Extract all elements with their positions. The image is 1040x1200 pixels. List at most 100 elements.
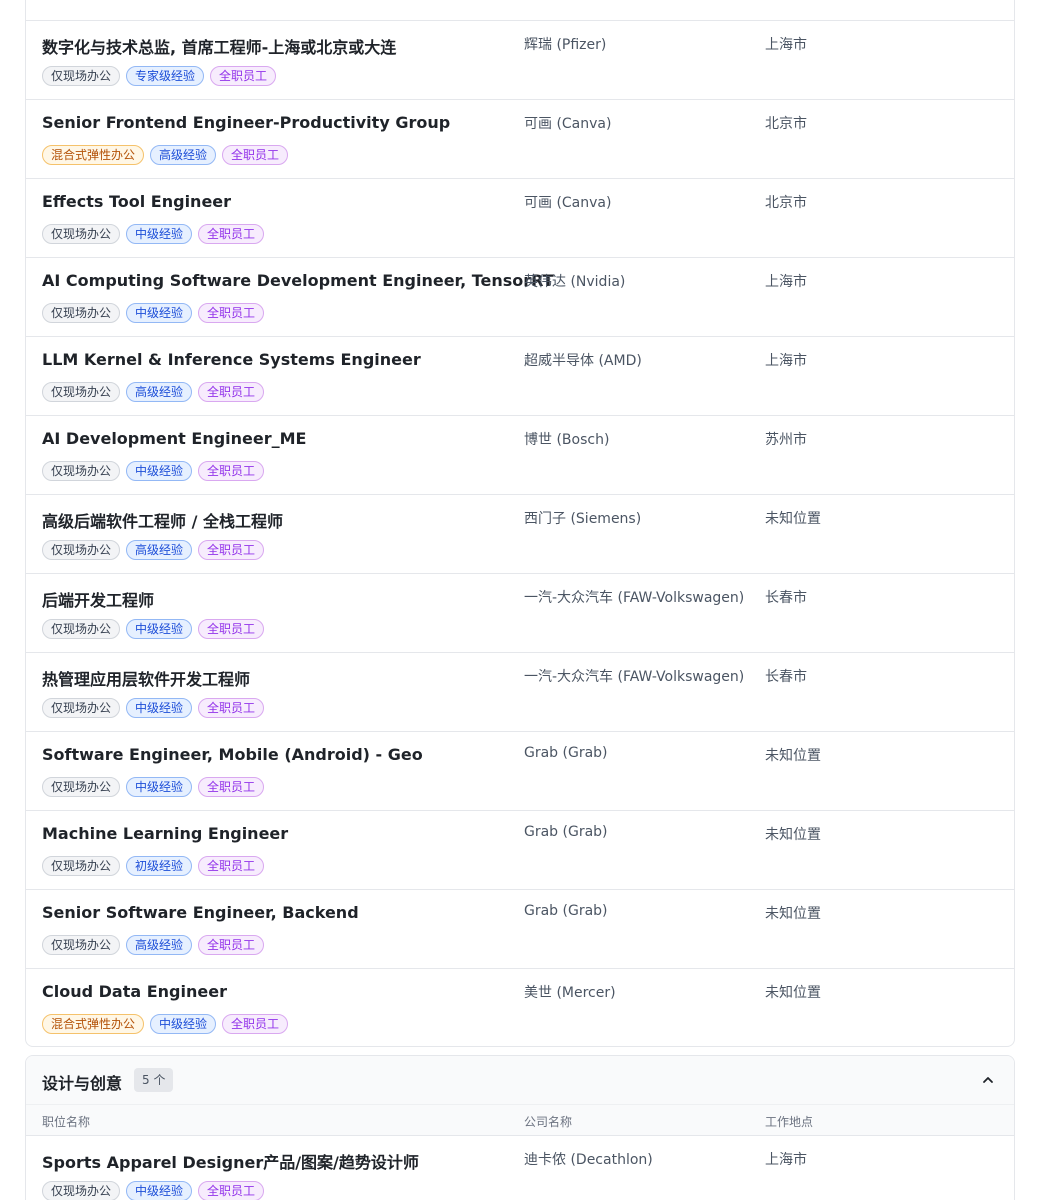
tag-full: 全职员工 [198,856,265,876]
company-name: 美世 (Mercer) [524,985,616,1001]
tag-exp: 中级经验 [126,224,193,244]
tag-hybrid: 混合式弹性办公 [42,145,145,165]
job-row[interactable]: Software Engineer, Mobile (Android) - Ge… [26,732,1014,811]
job-title[interactable]: LLM Kernel & Inference Systems Engineer [42,350,421,369]
tag-exp: 中级经验 [126,461,193,481]
job-tags: 仅现场办公 高级经验 全职员工 [42,935,265,955]
job-title[interactable]: 高级后端软件工程师 / 全栈工程师 [42,508,283,532]
company-name: 一汽-大众汽车 (FAW-Volkswagen) [524,669,745,685]
company-name: 博世 (Bosch) [524,432,610,448]
tag-exp: 专家级经验 [126,66,205,86]
tag-full: 全职员工 [198,1181,265,1200]
tag-full: 全职员工 [198,540,265,560]
job-row[interactable]: 后端开发工程师 一汽-大众汽车 (FAW-Volkswagen) 长春市 仅现场办公中… [26,574,1014,653]
tag-onsite: 仅现场办公 [42,382,121,402]
company-name: Grab (Grab) [524,903,608,919]
job-location: 苏州市 [765,432,807,448]
job-row[interactable]: Effects Tool Engineer 可画 (Canva) 北京市仅现场办公中… [26,179,1014,258]
job-row[interactable]: 高级后端软件工程师 / 全栈工程师 西门子 (Siemens) 未知位置仅现场办公高… [26,495,1014,574]
tag-exp: 中级经验 [126,698,193,718]
job-title[interactable]: Senior Software Engineer, Backend [42,903,359,922]
job-group-list: 仅现场办公专家级经验全职员工 数字化与技术总监, 首席工程师-上海或北京或大连辉… [25,0,1015,1047]
tag-full: 全职员工 [210,66,277,86]
job-tags: 仅现场办公 中级经验 全职员工 [42,303,265,323]
job-title[interactable]: Sports Apparel Designer产品/图案/趋势设计师 [42,1149,419,1173]
tag-full: 全职员工 [198,382,265,402]
job-location: 北京市 [765,195,807,211]
job-tags: 仅现场办公 中级经验 全职员工 [42,461,265,481]
job-title[interactable]: Effects Tool Engineer [42,192,231,211]
job-title[interactable]: Cloud Data Engineer [42,982,227,1001]
tag-full: 全职员工 [222,145,289,165]
tag-onsite: 仅现场办公 [42,540,121,560]
company-name: 英伟达 (Nvidia) [524,274,626,290]
job-title[interactable]: AI Computing Software Development Engine… [42,271,554,290]
tag-exp: 中级经验 [126,777,193,797]
job-title[interactable]: 数字化与技术总监, 首席工程师-上海或北京或大连 [42,34,396,58]
job-title[interactable]: 后端开发工程师 [42,587,154,611]
job-location: 未知位置 [765,827,821,843]
tag-hybrid: 混合式弹性办公 [42,1014,145,1034]
table-header: 职位名称 公司名称 工作地点 [26,1104,1014,1136]
job-row[interactable]: LLM Kernel & Inference Systems Engineer 超… [26,337,1014,416]
tag-exp: 高级经验 [150,145,217,165]
job-row[interactable]: Senior Software Engineer, Backend Grab (G… [26,890,1014,969]
tag-onsite: 仅现场办公 [42,1181,121,1200]
job-row[interactable]: Sports Apparel Designer产品/图案/趋势设计师 迪卡侬 (D… [26,1136,1014,1200]
tag-full: 全职员工 [198,619,265,639]
company-name: 可画 (Canva) [524,116,612,132]
tag-exp: 初级经验 [126,856,193,876]
tag-exp: 中级经验 [126,1181,193,1200]
tag-full: 全职员工 [198,303,265,323]
job-tags: 仅现场办公 中级经验 全职员工 [42,224,265,244]
tag-full: 全职员工 [198,935,265,955]
tag-exp: 高级经验 [126,935,193,955]
job-row[interactable]: AI Development Engineer_ME 博世 (Bosch) 苏州市仅… [26,416,1014,495]
tag-full: 全职员工 [198,461,265,481]
job-title[interactable]: Software Engineer, Mobile (Android) - Ge… [42,745,423,764]
tag-full: 全职员工 [198,698,265,718]
job-title[interactable]: AI Development Engineer_ME [42,429,306,448]
job-tags: 混合式弹性办公 高级经验 全职员工 [42,145,289,165]
job-row[interactable]: AI Computing Software Development Engine… [26,258,1014,337]
tag-full: 全职员工 [198,224,265,244]
job-row[interactable]: 数字化与技术总监, 首席工程师-上海或北京或大连 辉瑞 (Pfizer) 上海市仅现… [26,21,1014,100]
job-tags: 仅现场办公 高级经验 全职员工 [42,540,265,560]
job-tags: 仅现场办公 专家级经验 全职员工 [42,66,277,86]
job-row-partial[interactable]: 仅现场办公专家级经验全职员工 [26,0,1014,21]
company-name: Grab (Grab) [524,824,608,840]
company-name: 超威半导体 (AMD) [524,353,642,369]
job-location: 北京市 [765,116,807,132]
company-name: 辉瑞 (Pfizer) [524,37,607,53]
tag-exp: 高级经验 [126,382,193,402]
job-location: 上海市 [765,37,807,53]
tag-onsite: 仅现场办公 [42,856,121,876]
job-location: 未知位置 [765,906,821,922]
tag-onsite: 仅现场办公 [42,461,121,481]
company-name: 可画 (Canva) [524,195,612,211]
job-title[interactable]: 热管理应用层软件开发工程师 [42,666,250,690]
company-name: Grab (Grab) [524,745,608,761]
group-header[interactable]: 设计与创意 5 个 [26,1056,1014,1104]
job-title[interactable]: Machine Learning Engineer [42,824,288,843]
job-location: 上海市 [765,1152,807,1168]
job-row[interactable]: Cloud Data Engineer 美世 (Mercer) 未知位置混合式弹性办… [26,969,1014,1046]
tag-exp: 中级经验 [126,303,193,323]
chevron-up-icon[interactable] [980,1072,996,1088]
company-name: 西门子 (Siemens) [524,511,642,527]
job-location: 长春市 [765,669,807,685]
job-tags: 仅现场办公 初级经验 全职员工 [42,856,265,876]
job-title[interactable]: Senior Frontend Engineer-Productivity Gr… [42,113,450,132]
column-header-location: 工作地点 [765,1115,814,1129]
job-location: 未知位置 [765,511,821,527]
company-name: 一汽-大众汽车 (FAW-Volkswagen) [524,590,745,606]
tag-full: 全职员工 [198,777,265,797]
job-row[interactable]: 热管理应用层软件开发工程师 一汽-大众汽车 (FAW-Volkswagen) 长春市… [26,653,1014,732]
tag-exp: 中级经验 [126,619,193,639]
job-row[interactable]: Machine Learning Engineer Grab (Grab) 未知位置… [26,811,1014,890]
company-name: 迪卡侬 (Decathlon) [524,1152,653,1168]
job-location: 上海市 [765,353,807,369]
job-location: 未知位置 [765,985,821,1001]
job-row[interactable]: Senior Frontend Engineer-Productivity Gr… [26,100,1014,179]
tag-onsite: 仅现场办公 [42,619,121,639]
